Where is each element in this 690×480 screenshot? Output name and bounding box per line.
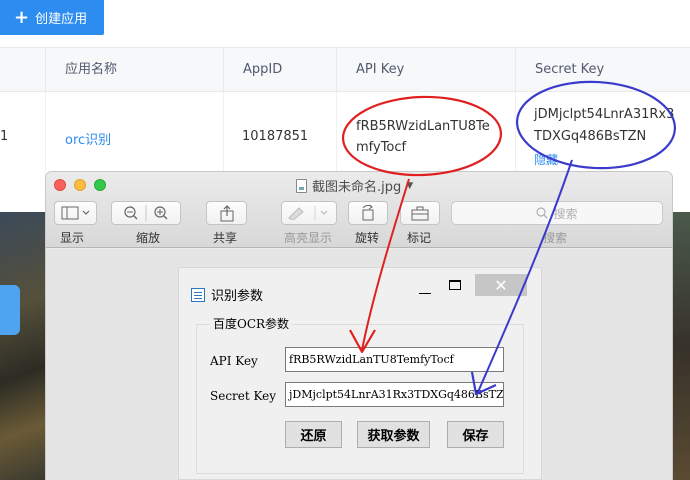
- app-icon: [191, 287, 205, 302]
- save-button[interactable]: 保存: [447, 421, 504, 448]
- search-icon: [536, 207, 548, 219]
- secret-key-value-line1: jDMjclpt54LnrA31Rx3: [534, 107, 675, 122]
- dialog-minimize-button[interactable]: [419, 282, 431, 294]
- fetch-params-button[interactable]: 获取参数: [357, 421, 430, 448]
- column-header-api-key: API Key: [336, 48, 515, 93]
- api-key-field[interactable]: fRB5RWzidLanTU8TemfyTocf: [285, 347, 504, 372]
- app-id-value: 10187851: [242, 129, 309, 144]
- desktop-wallpaper-right: [672, 212, 690, 480]
- highlighter-icon: [288, 206, 328, 220]
- groupbox-title: 百度OCR参数: [210, 315, 293, 332]
- api-key-value-line1: fRB5RWzidLanTU8Te: [356, 119, 490, 134]
- dialog-close-button[interactable]: ✕: [475, 274, 527, 296]
- close-icon: ✕: [494, 275, 508, 295]
- secret-key-value-line2: TDXGq486BsTZN: [534, 129, 647, 144]
- search-placeholder: 搜索: [553, 206, 578, 221]
- share-icon: [220, 204, 233, 221]
- highlight-button[interactable]: [281, 201, 337, 225]
- rotate-icon: [362, 205, 374, 221]
- toolbar-label-share: 共享: [213, 231, 238, 245]
- dialog-maximize-button[interactable]: [449, 280, 461, 290]
- image-file-icon: [296, 178, 307, 193]
- toolbar-label-zoom: 缩放: [136, 231, 161, 245]
- ocr-params-dialog: 识别参数 ✕ 百度OCR参数 API Key fRB5RWzidLanTU8Te…: [178, 267, 542, 480]
- share-button[interactable]: [206, 201, 247, 225]
- preview-window: 截图未命名.jpg ▼ 搜索 显示 缩放 共享 高亮显示 旋转 标记 搜索 识别…: [46, 172, 672, 480]
- dialog-title-text: 识别参数: [211, 289, 264, 304]
- restore-button[interactable]: 还原: [285, 421, 342, 448]
- sidebar-icon: [61, 206, 89, 220]
- desktop-widget: [0, 285, 20, 335]
- app-name-link[interactable]: orc识别: [65, 129, 111, 148]
- chevron-down-icon: ▼: [406, 180, 414, 191]
- api-key-value-line2: mfyTocf: [356, 140, 407, 155]
- zoom-icons: [124, 205, 168, 221]
- toolbox-icon: [411, 206, 429, 220]
- dialog-title: 识别参数: [191, 285, 263, 304]
- toolbar-label-rotate: 旋转: [355, 231, 380, 245]
- create-app-label: 创建应用: [35, 12, 88, 27]
- toolbar-label-highlight: 高亮显示: [284, 231, 333, 245]
- window-title[interactable]: 截图未命名.jpg ▼: [296, 176, 413, 195]
- close-window-button[interactable]: [54, 179, 66, 191]
- hide-secret-link[interactable]: 隐藏: [534, 151, 558, 168]
- desktop-wallpaper-left: [0, 212, 46, 480]
- create-app-button[interactable]: + 创建应用: [0, 0, 104, 35]
- column-header-app-name: 应用名称: [45, 48, 223, 93]
- toolbar-label-search: 搜索: [543, 231, 568, 245]
- toolbar-label-display: 显示: [60, 231, 85, 245]
- fullscreen-window-button[interactable]: [94, 179, 106, 191]
- table-header: 应用名称 AppID API Key Secret Key: [0, 47, 690, 93]
- column-header-secret-key: Secret Key: [515, 48, 690, 93]
- row-index: 1: [0, 129, 9, 144]
- markup-button[interactable]: [400, 201, 440, 225]
- secret-key-label: Secret Key: [210, 389, 277, 403]
- window-title-text: 截图未命名.jpg: [312, 180, 402, 195]
- column-header-appid: AppID: [223, 48, 336, 93]
- toolbar-label-markup: 标记: [407, 231, 432, 245]
- sidebar-toggle-button[interactable]: [54, 201, 97, 225]
- zoom-button-group[interactable]: [111, 201, 181, 225]
- rotate-button[interactable]: [348, 201, 388, 225]
- secret-key-field[interactable]: jDMjclpt54LnrA31Rx3TDXGq486BsTZN: [285, 382, 504, 407]
- minimize-window-button[interactable]: [74, 179, 86, 191]
- plus-icon: +: [14, 6, 30, 28]
- api-key-label: API Key: [210, 354, 258, 368]
- preview-titlebar: 截图未命名.jpg ▼ 搜索 显示 缩放 共享 高亮显示 旋转 标记 搜索: [46, 172, 672, 248]
- search-input[interactable]: 搜索: [451, 201, 663, 225]
